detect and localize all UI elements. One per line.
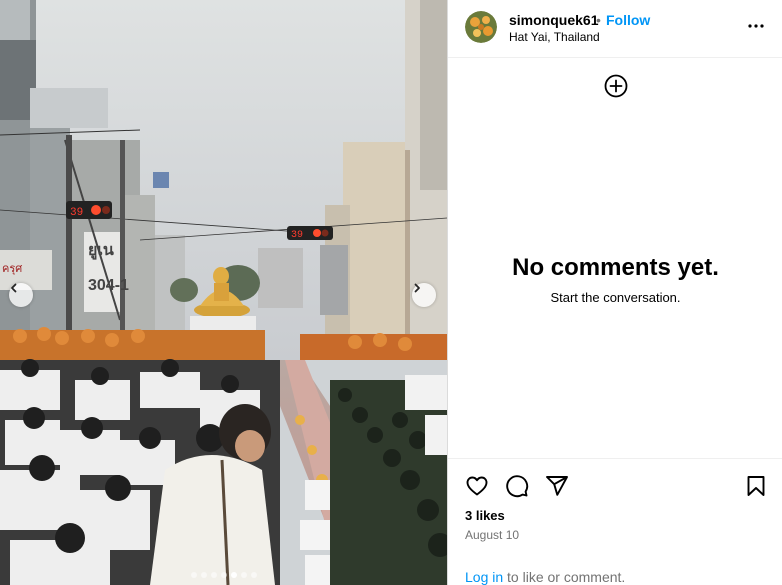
login-prompt: Log in to like or comment. <box>465 569 625 585</box>
no-comments-subtitle: Start the conversation. <box>550 290 681 305</box>
shop-sign-left: ครุศ <box>2 263 22 275</box>
save-bookmark-icon[interactable] <box>744 474 768 498</box>
carousel-dot <box>230 572 237 578</box>
avatar-image <box>465 11 497 43</box>
share-send-icon[interactable] <box>545 474 569 498</box>
shop-sign-number: 304-1 <box>88 277 129 294</box>
street-scene-image: 39 39 ยูเน 304-1 ครุศ <box>0 0 447 585</box>
previous-photo-button[interactable] <box>9 283 33 307</box>
post-header: simonquek61 • Follow Hat Yai, Thailand <box>448 0 782 58</box>
post-details-panel: simonquek61 • Follow Hat Yai, Thailand N… <box>447 0 782 585</box>
separator-dot: • <box>596 12 601 28</box>
login-link[interactable]: Log in <box>465 569 503 585</box>
carousel-dot <box>250 572 257 578</box>
like-heart-icon[interactable] <box>465 474 489 498</box>
chevron-right-icon <box>414 283 420 293</box>
timer-left-text: 39 <box>70 207 83 219</box>
shop-sign-text: ยูเน <box>88 242 114 261</box>
carousel-dot <box>220 572 227 578</box>
follow-button[interactable]: Follow <box>606 12 650 28</box>
carousel-dot <box>190 572 197 578</box>
post-photo[interactable]: 39 39 ยูเน 304-1 ครุศ <box>0 0 447 585</box>
likes-count[interactable]: 3 likes <box>465 508 505 523</box>
chevron-left-icon <box>11 283 17 293</box>
carousel-dot <box>210 572 217 578</box>
avatar[interactable] <box>465 11 497 43</box>
post-actions: 3 likes August 10 Log in to like or comm… <box>448 458 782 585</box>
post-date[interactable]: August 10 <box>465 528 519 542</box>
more-options-icon[interactable] <box>744 14 768 38</box>
username-link[interactable]: simonquek61 <box>509 12 598 28</box>
carousel-dot <box>240 572 247 578</box>
next-photo-button[interactable] <box>412 283 436 307</box>
location-link[interactable]: Hat Yai, Thailand <box>509 30 600 44</box>
add-comment-icon[interactable] <box>604 74 628 98</box>
carousel-indicator <box>0 572 447 578</box>
timer-right-text: 39 <box>291 230 303 241</box>
carousel-dot <box>200 572 207 578</box>
instagram-post-modal: 39 39 ยูเน 304-1 ครุศ simonquek61 • Foll… <box>0 0 782 585</box>
no-comments-title: No comments yet. <box>512 254 719 281</box>
comment-bubble-icon[interactable] <box>505 474 529 498</box>
login-prompt-text: to like or comment. <box>503 569 626 585</box>
